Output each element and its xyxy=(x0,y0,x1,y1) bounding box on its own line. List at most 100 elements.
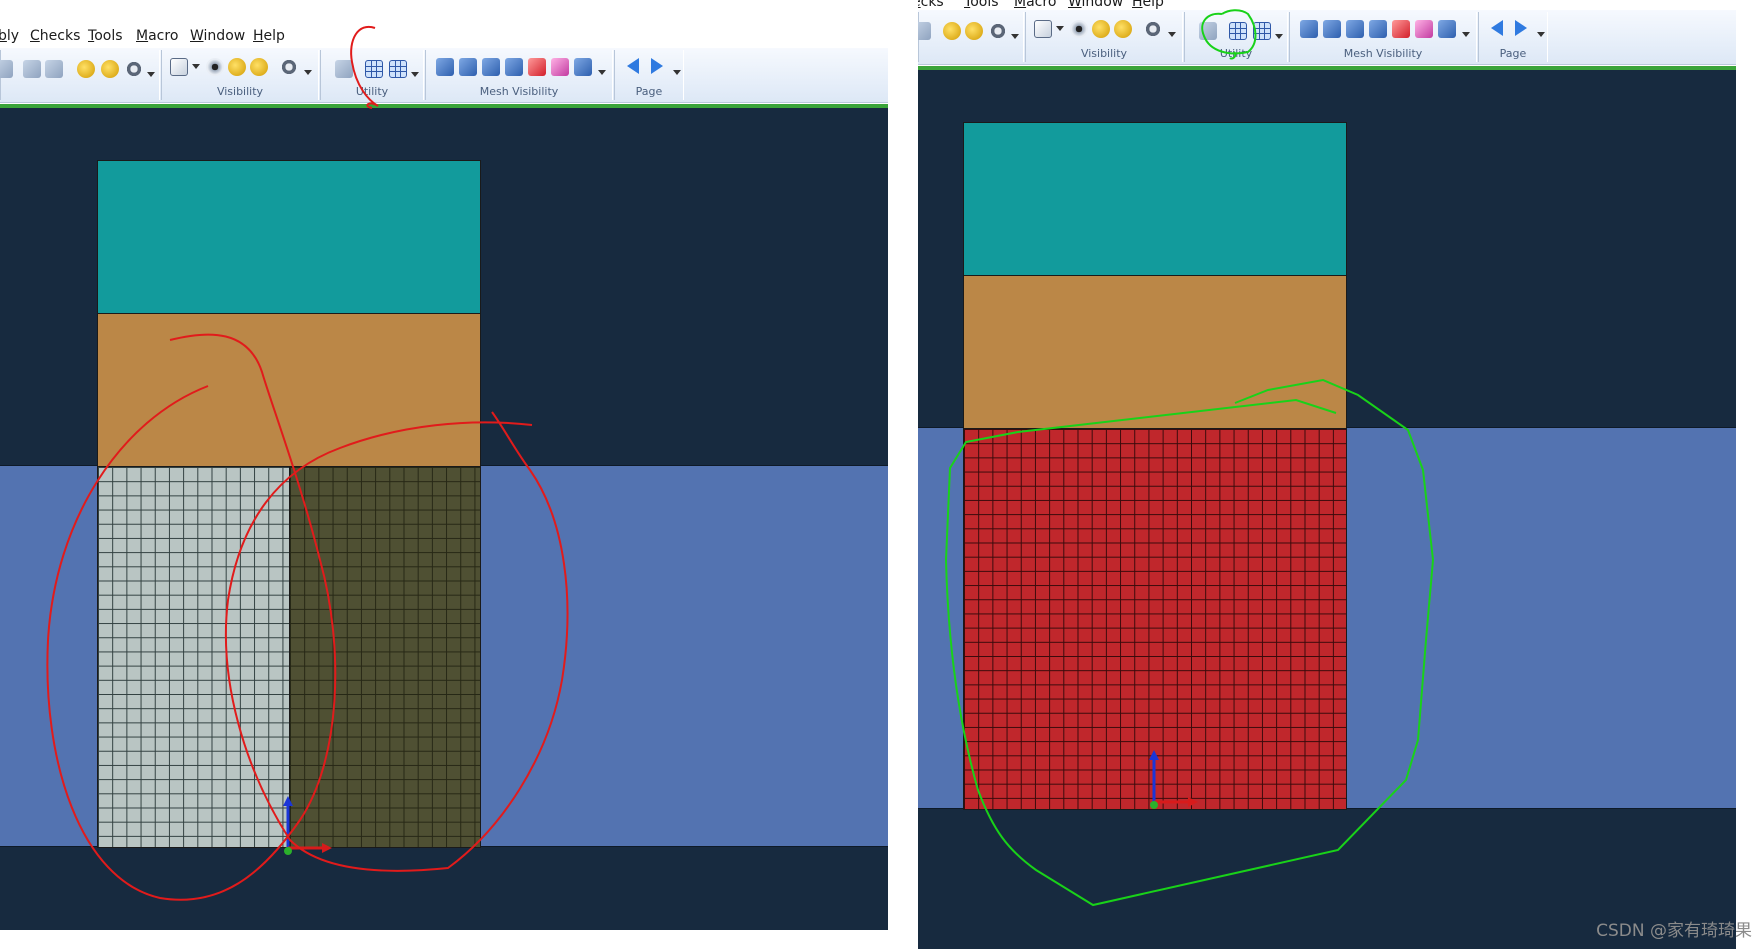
left-screenshot-panel: bly Checks Tools Macro Window Help Visib… xyxy=(0,0,888,930)
menu-tools[interactable]: Tools xyxy=(88,28,123,44)
right-screenshot-panel: ecks Tools Macro Window Help Visibility xyxy=(918,0,1736,949)
menu-window[interactable]: Window xyxy=(1068,0,1123,10)
find-ids-icon[interactable] xyxy=(965,22,983,40)
mesh-visibility-icon[interactable] xyxy=(1346,20,1364,38)
menu-tools[interactable]: Tools xyxy=(964,0,999,10)
mesh-grid-dark[interactable] xyxy=(289,466,481,848)
toolbar-group-page: Page xyxy=(614,50,684,100)
show-all-icon[interactable] xyxy=(250,58,268,76)
chevron-down-icon[interactable] xyxy=(1168,32,1176,37)
show-icon[interactable] xyxy=(228,58,246,76)
grid-icon[interactable] xyxy=(1229,22,1247,40)
toolbar-group-utility: Utility xyxy=(320,50,424,100)
triad-axis-icon xyxy=(1149,750,1198,809)
group-label-mesh-visibility: Mesh Visibility xyxy=(479,85,559,98)
settings-icon[interactable] xyxy=(125,60,143,78)
group-label-visibility: Visibility xyxy=(1080,47,1128,60)
show-icon[interactable] xyxy=(1092,20,1110,38)
mesh-visibility-icon[interactable] xyxy=(482,58,500,76)
mesh-visibility-icon[interactable] xyxy=(505,58,523,76)
mesh-visibility-icon[interactable] xyxy=(1369,20,1387,38)
menu-checks[interactable]: Checks xyxy=(30,28,80,44)
find-id-icon[interactable] xyxy=(77,60,95,78)
teal-component[interactable] xyxy=(97,160,481,314)
chevron-down-icon[interactable] xyxy=(1537,32,1545,37)
group-label-page: Page xyxy=(1499,47,1527,60)
mesh-visibility-icon[interactable] xyxy=(1438,20,1456,38)
chevron-down-icon[interactable] xyxy=(1011,34,1019,39)
select-cursor-icon[interactable] xyxy=(1034,20,1052,38)
chevron-down-icon[interactable] xyxy=(673,70,681,75)
graphics-viewport[interactable] xyxy=(918,70,1736,949)
arrow-left-icon[interactable] xyxy=(1491,20,1503,36)
arrow-left-icon[interactable] xyxy=(627,58,639,74)
select-cursor-icon[interactable] xyxy=(170,58,188,76)
mesh-visibility-icon[interactable] xyxy=(1300,20,1318,38)
transform-icon[interactable] xyxy=(918,22,931,40)
chevron-down-icon[interactable] xyxy=(598,70,606,75)
mesh-visibility-icon[interactable] xyxy=(1323,20,1341,38)
menu-bar: bly Checks Tools Macro Window Help xyxy=(0,24,888,48)
menu-help[interactable]: Help xyxy=(253,28,285,44)
watermark-text: CSDN @家有琦琦果 xyxy=(1596,921,1752,941)
find-ids-icon[interactable] xyxy=(101,60,119,78)
toolbar-group-visibility: Visibility xyxy=(161,50,319,100)
tan-component[interactable] xyxy=(97,313,481,467)
show-all-icon[interactable] xyxy=(1114,20,1132,38)
list-icon[interactable] xyxy=(335,60,353,78)
menu-window[interactable]: Window xyxy=(190,28,245,44)
chevron-down-icon[interactable] xyxy=(304,70,312,75)
tan-component[interactable] xyxy=(963,275,1347,429)
mesh-visibility-pink-icon[interactable] xyxy=(1415,20,1433,38)
mesh-grid-icon[interactable] xyxy=(389,60,407,78)
toolbar-group-misc xyxy=(0,50,160,100)
chevron-down-icon[interactable] xyxy=(411,72,419,77)
group-label-utility: Utility xyxy=(1219,47,1253,60)
toolbar-group-mesh-visibility: Mesh Visibility xyxy=(425,50,613,100)
eye-icon[interactable] xyxy=(206,58,224,76)
chevron-down-icon[interactable] xyxy=(1275,34,1283,39)
menu-macro[interactable]: Macro xyxy=(136,28,178,44)
menu-macro[interactable]: Macro xyxy=(1014,0,1056,10)
menu-help[interactable]: Help xyxy=(1132,0,1164,10)
toolbar-ribbon: Visibility Utility Mesh Visibility Page xyxy=(0,48,888,103)
chevron-down-icon[interactable] xyxy=(1462,32,1470,37)
mesh-visibility-icon[interactable] xyxy=(459,58,477,76)
toolbar-group-page: Page xyxy=(1478,12,1548,62)
toolbar-group-misc xyxy=(918,12,1024,62)
toolbar-ribbon: Visibility Utility Mesh Visibility Page xyxy=(918,10,1736,65)
chevron-down-icon[interactable] xyxy=(1056,26,1064,31)
settings-icon[interactable] xyxy=(989,22,1007,40)
group-label-mesh-visibility: Mesh Visibility xyxy=(1343,47,1423,60)
find-id-icon[interactable] xyxy=(943,22,961,40)
arrow-right-icon[interactable] xyxy=(651,58,663,74)
move-icon[interactable] xyxy=(45,60,63,78)
shape-icon[interactable] xyxy=(0,60,13,78)
mesh-visibility-pink-icon[interactable] xyxy=(551,58,569,76)
toolbar-group-utility: Utility xyxy=(1184,12,1288,62)
mesh-visibility-red-icon[interactable] xyxy=(528,58,546,76)
graphics-viewport[interactable] xyxy=(0,108,888,930)
mesh-visibility-icon[interactable] xyxy=(436,58,454,76)
mesh-grid-light[interactable] xyxy=(97,466,290,848)
grid-icon[interactable] xyxy=(365,60,383,78)
toolbar-group-visibility: Visibility xyxy=(1025,12,1183,62)
mesh-grid-icon[interactable] xyxy=(1253,22,1271,40)
group-label-page: Page xyxy=(635,85,663,98)
menu-assembly[interactable]: bly xyxy=(0,28,19,44)
group-label-visibility: Visibility xyxy=(216,85,264,98)
gear-icon[interactable] xyxy=(280,58,298,76)
teal-component[interactable] xyxy=(963,122,1347,276)
list-icon[interactable] xyxy=(1199,22,1217,40)
mesh-visibility-red-icon[interactable] xyxy=(1392,20,1410,38)
gear-icon[interactable] xyxy=(1144,20,1162,38)
transform-icon[interactable] xyxy=(23,60,41,78)
mesh-visibility-icon[interactable] xyxy=(574,58,592,76)
arrow-right-icon[interactable] xyxy=(1515,20,1527,36)
chevron-down-icon[interactable] xyxy=(192,64,200,69)
menu-checks[interactable]: ecks xyxy=(918,0,944,10)
toolbar-group-mesh-visibility: Mesh Visibility xyxy=(1289,12,1477,62)
group-label-utility: Utility xyxy=(355,85,389,98)
chevron-down-icon[interactable] xyxy=(147,72,155,77)
eye-icon[interactable] xyxy=(1070,20,1088,38)
